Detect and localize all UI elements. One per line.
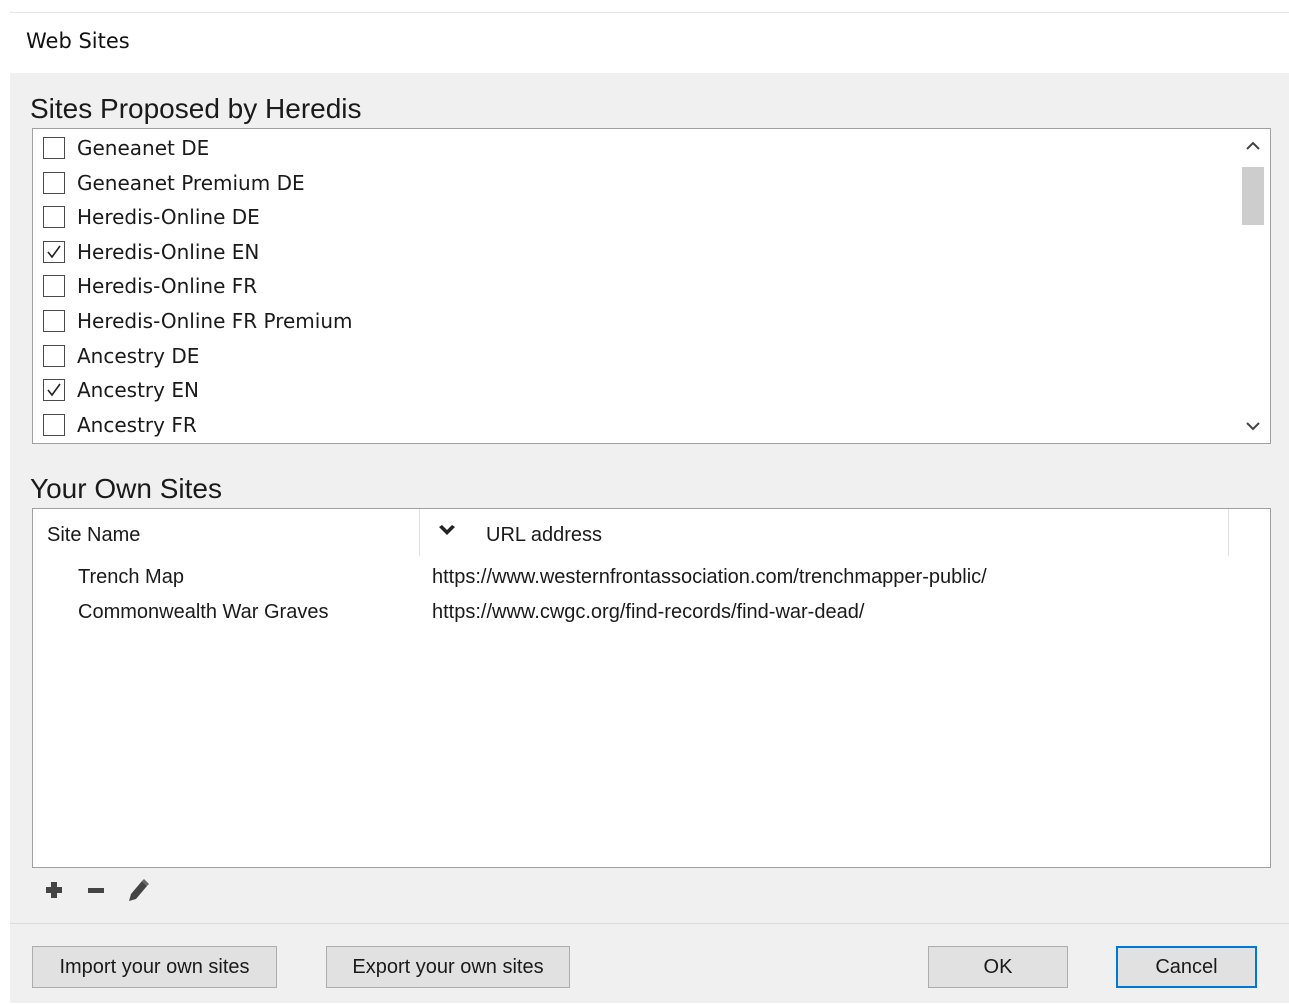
column-header-label: URL address xyxy=(486,524,602,546)
remove-site-button[interactable] xyxy=(82,876,110,904)
own-site-name: Commonwealth War Graves xyxy=(78,601,329,623)
dialog-footer: Import your own sites Export your own si… xyxy=(10,923,1289,1004)
proposed-site-row[interactable]: Heredis-Online FR Premium xyxy=(43,306,353,336)
proposed-sites-heading: Sites Proposed by Heredis xyxy=(30,93,362,124)
checkmark-icon xyxy=(47,383,61,397)
site-checkbox[interactable] xyxy=(43,310,65,332)
proposed-site-row[interactable]: Heredis-Online EN xyxy=(43,237,259,267)
minus-icon xyxy=(88,888,104,893)
pencil-icon xyxy=(129,879,149,901)
own-site-name: Trench Map xyxy=(78,566,184,588)
column-header-url[interactable]: URL address xyxy=(420,509,1229,556)
site-label: Geneanet Premium DE xyxy=(77,171,305,195)
chevron-up-icon xyxy=(1246,141,1260,150)
proposed-site-row[interactable]: Ancestry DE xyxy=(43,341,199,371)
site-checkbox[interactable] xyxy=(43,379,65,401)
site-label: Heredis-Online DE xyxy=(77,205,260,229)
own-sites-table-header: Site Name URL address xyxy=(33,509,1270,556)
title-bar: Web Sites xyxy=(10,13,1289,73)
site-label: Ancestry FR xyxy=(77,413,197,437)
ok-button[interactable]: OK xyxy=(928,946,1068,988)
edit-site-button[interactable] xyxy=(124,876,152,904)
own-site-row[interactable]: Trench Map https://www.westernfrontassoci… xyxy=(33,561,1270,593)
site-label: Heredis-Online EN xyxy=(77,240,260,264)
site-checkbox[interactable] xyxy=(43,206,65,228)
proposed-list-scrollbar[interactable] xyxy=(1236,129,1270,443)
own-sites-table: Site Name URL address Trench Map https://… xyxy=(32,508,1271,868)
site-label: Heredis-Online FR xyxy=(77,274,258,298)
proposed-site-row[interactable]: Ancestry FR xyxy=(43,410,197,440)
add-site-button[interactable] xyxy=(40,876,68,904)
scroll-down-button[interactable] xyxy=(1236,409,1270,443)
site-checkbox[interactable] xyxy=(43,137,65,159)
site-checkbox[interactable] xyxy=(43,241,65,263)
site-label: Ancestry DE xyxy=(77,344,200,368)
own-site-row[interactable]: Commonwealth War Graves https://www.cwgc.… xyxy=(33,596,1270,628)
plus-icon xyxy=(46,882,62,898)
proposed-sites-list[interactable]: Geneanet DE Geneanet Premium DE Heredis-On… xyxy=(32,128,1271,444)
proposed-site-row[interactable]: Geneanet DE xyxy=(43,133,209,163)
checkmark-icon xyxy=(47,245,61,259)
sort-chevron-down-icon xyxy=(439,525,455,535)
scroll-up-button[interactable] xyxy=(1236,129,1270,163)
site-checkbox[interactable] xyxy=(43,172,65,194)
column-header-site-name[interactable]: Site Name xyxy=(33,509,420,556)
proposed-site-row[interactable]: Ancestry EN xyxy=(43,375,199,405)
proposed-site-row[interactable]: Geneanet Premium DE xyxy=(43,168,305,198)
site-label: Heredis-Online FR Premium xyxy=(77,309,353,333)
own-sites-edit-toolbar xyxy=(40,875,152,905)
web-sites-dialog: Web Sites Sites Proposed by Heredis Gene… xyxy=(10,12,1289,1003)
site-label: Ancestry EN xyxy=(77,378,199,402)
chevron-down-icon xyxy=(1246,422,1260,431)
column-header-label: Site Name xyxy=(47,524,141,546)
site-label: Geneanet DE xyxy=(77,136,210,160)
site-checkbox[interactable] xyxy=(43,345,65,367)
own-sites-heading: Your Own Sites xyxy=(30,473,222,504)
own-site-url: https://www.westernfrontassociation.com/… xyxy=(432,566,987,588)
window-title: Web Sites xyxy=(26,29,130,53)
export-sites-button[interactable]: Export your own sites xyxy=(326,946,570,988)
import-sites-button[interactable]: Import your own sites xyxy=(32,946,277,988)
cancel-button[interactable]: Cancel xyxy=(1116,946,1257,988)
proposed-site-row[interactable]: Heredis-Online FR xyxy=(43,271,257,301)
site-checkbox[interactable] xyxy=(43,414,65,436)
proposed-site-row[interactable]: Heredis-Online DE xyxy=(43,202,260,232)
site-checkbox[interactable] xyxy=(43,275,65,297)
own-site-url: https://www.cwgc.org/find-records/find-w… xyxy=(432,601,865,623)
scroll-thumb[interactable] xyxy=(1242,167,1264,225)
